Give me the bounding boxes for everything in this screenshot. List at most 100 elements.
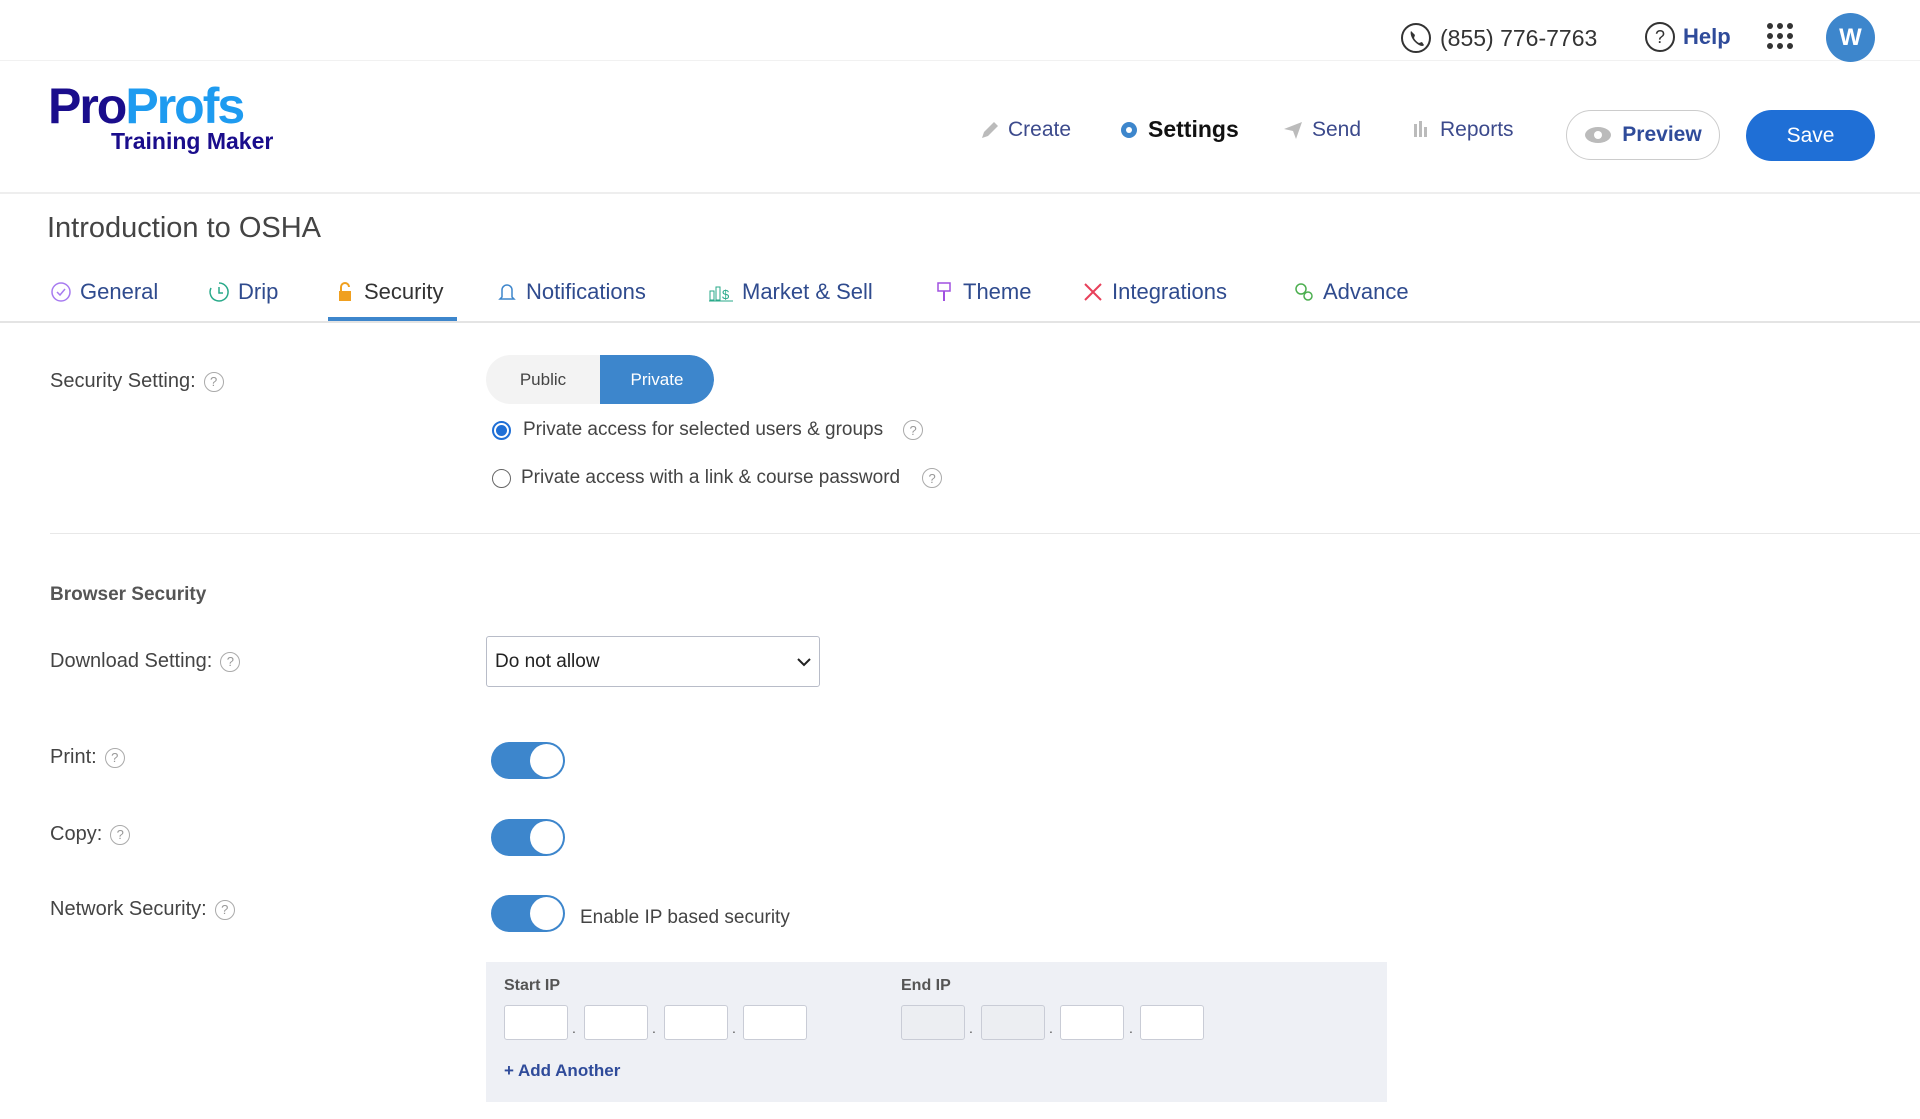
phone-icon xyxy=(1401,23,1431,53)
save-button[interactable]: Save xyxy=(1746,110,1875,161)
nav-label: Settings xyxy=(1148,116,1239,142)
label-text: Download Setting: xyxy=(50,650,213,672)
tab-label: Theme xyxy=(963,279,1032,304)
send-icon xyxy=(1284,122,1302,139)
tab-drip[interactable]: Drip xyxy=(208,279,278,305)
logo-product: Training Maker xyxy=(111,128,274,154)
network-security-toggle[interactable] xyxy=(491,895,565,932)
radio-label: Private access with a link & course pass… xyxy=(521,467,901,488)
radio-label: Private access for selected users & grou… xyxy=(523,419,884,440)
help-label: Help xyxy=(1683,24,1731,49)
nav-send[interactable]: Send xyxy=(1282,118,1361,142)
add-another-link[interactable]: + Add Another xyxy=(504,1061,620,1081)
radio-link-password[interactable]: Private access with a link & course pass… xyxy=(492,467,943,489)
private-option[interactable]: Private xyxy=(600,355,714,404)
tools-icon xyxy=(1084,283,1102,301)
bell-icon xyxy=(498,284,516,300)
download-setting-label: Download Setting:? xyxy=(50,650,241,673)
nav-reports[interactable]: Reports xyxy=(1410,118,1514,142)
top-bar xyxy=(0,0,1920,61)
apps-grid-icon[interactable] xyxy=(1766,22,1794,50)
label-text: Copy: xyxy=(50,823,103,845)
end-ip-octet-2[interactable] xyxy=(981,1005,1045,1040)
network-security-label: Network Security:? xyxy=(50,898,235,921)
print-toggle[interactable] xyxy=(491,742,565,779)
tab-general[interactable]: General xyxy=(50,279,158,305)
tab-security[interactable]: Security xyxy=(334,279,443,305)
tab-label: Notifications xyxy=(526,279,646,304)
label-text: Security Setting: xyxy=(50,370,196,392)
tab-notifications[interactable]: Notifications xyxy=(496,279,646,305)
tab-advance[interactable]: Advance xyxy=(1293,279,1409,305)
end-ip-octet-1[interactable] xyxy=(901,1005,965,1040)
start-ip-octet-2[interactable] xyxy=(584,1005,648,1040)
check-circle-icon xyxy=(51,282,71,302)
tabs-divider xyxy=(0,321,1920,323)
start-ip-octet-3[interactable] xyxy=(664,1005,728,1040)
eye-icon xyxy=(1585,127,1612,143)
tab-label: Advance xyxy=(1323,279,1409,304)
security-setting-label: Security Setting:? xyxy=(50,370,224,393)
help-icon[interactable]: ? xyxy=(203,371,224,392)
security-segmented-control: Public Private xyxy=(486,355,714,404)
end-ip-octet-3[interactable] xyxy=(1060,1005,1124,1040)
tab-label: Security xyxy=(364,279,444,304)
tab-market-sell[interactable]: $ Market & Sell xyxy=(708,279,873,305)
gear-icon xyxy=(1121,121,1137,138)
market-icon: $ xyxy=(709,286,733,302)
start-ip-octet-1[interactable] xyxy=(504,1005,568,1040)
preview-label: Preview xyxy=(1622,123,1702,146)
lock-icon xyxy=(339,282,351,301)
label-text: Network Security: xyxy=(50,898,207,920)
page-title: Introduction to OSHA xyxy=(47,212,322,244)
tab-label: Integrations xyxy=(1112,279,1227,304)
logo[interactable]: ProProfs Training Maker xyxy=(48,78,273,155)
label-text: Print: xyxy=(50,746,97,768)
radio-unchecked[interactable] xyxy=(492,468,511,488)
tab-label: Drip xyxy=(238,279,279,304)
copy-label: Copy:? xyxy=(50,823,131,846)
end-ip-octet-4[interactable] xyxy=(1140,1005,1204,1040)
chevron-down-icon xyxy=(797,657,811,666)
reports-icon xyxy=(1414,121,1427,137)
radio-selected-users[interactable]: Private access for selected users & grou… xyxy=(492,419,924,441)
avatar[interactable]: W xyxy=(1826,13,1875,62)
phone-link[interactable]: (855) 776-7763 xyxy=(1400,22,1597,54)
nav-settings[interactable]: Settings xyxy=(1118,116,1239,143)
help-icon[interactable]: ? xyxy=(922,468,943,488)
help-icon[interactable]: ? xyxy=(110,824,131,845)
tab-theme[interactable]: Theme xyxy=(933,279,1031,305)
print-label: Print:? xyxy=(50,746,125,769)
radio-checked[interactable] xyxy=(492,420,511,440)
paintbrush-icon xyxy=(937,282,951,301)
copy-toggle[interactable] xyxy=(491,819,565,856)
browser-security-heading: Browser Security xyxy=(50,584,207,605)
preview-button[interactable]: Preview xyxy=(1566,110,1720,160)
tab-integrations[interactable]: Integrations xyxy=(1082,279,1227,305)
tab-label: Market & Sell xyxy=(742,279,873,304)
help-icon[interactable]: ? xyxy=(220,651,241,672)
gears-icon xyxy=(1295,283,1313,301)
section-divider xyxy=(50,533,1920,534)
phone-number: (855) 776-7763 xyxy=(1440,24,1598,51)
nav-create[interactable]: Create xyxy=(978,118,1071,142)
select-value: Do not allow xyxy=(495,650,600,672)
pencil-icon xyxy=(982,122,998,138)
help-link[interactable]: ? Help xyxy=(1645,22,1731,52)
network-security-text: Enable IP based security xyxy=(580,907,790,928)
help-icon[interactable]: ? xyxy=(104,747,125,768)
svg-text:$: $ xyxy=(722,287,730,302)
tab-label: General xyxy=(80,279,159,304)
public-option[interactable]: Public xyxy=(486,355,600,404)
help-icon[interactable]: ? xyxy=(903,420,924,440)
start-ip-label: Start IP xyxy=(504,977,561,994)
nav-label: Reports xyxy=(1440,118,1514,141)
start-ip-octet-4[interactable] xyxy=(743,1005,807,1040)
clock-icon xyxy=(209,282,229,302)
end-ip-label: End IP xyxy=(901,977,951,994)
help-icon: ? xyxy=(1645,22,1675,52)
nav-label: Send xyxy=(1312,118,1362,141)
help-icon[interactable]: ? xyxy=(214,899,235,920)
nav-label: Create xyxy=(1008,118,1072,141)
download-setting-select[interactable]: Do not allow xyxy=(486,636,820,687)
